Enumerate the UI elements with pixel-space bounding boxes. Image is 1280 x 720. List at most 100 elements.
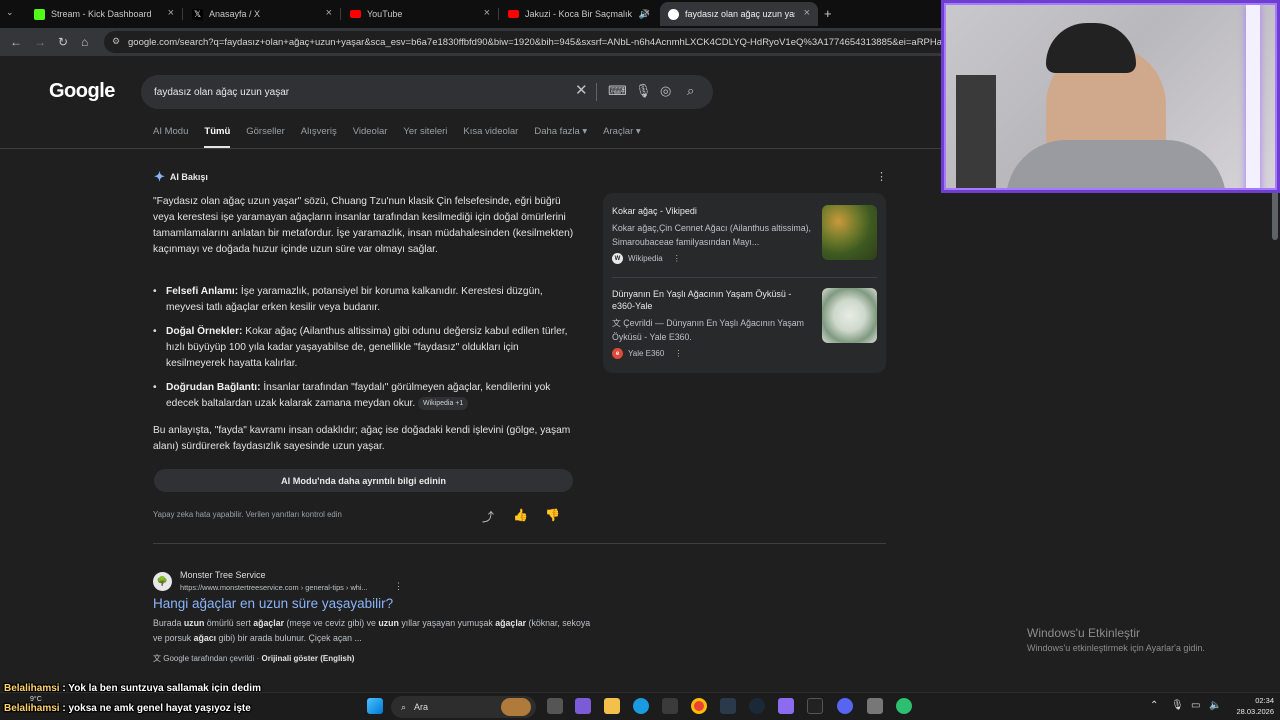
tab-all[interactable]: Tümü (204, 126, 231, 148)
close-icon[interactable]: × (484, 7, 490, 19)
chat-username: Belalihamsi (4, 703, 60, 714)
browser-tab-youtube[interactable]: YouTube × (342, 2, 498, 26)
file-explorer-icon[interactable] (604, 698, 620, 714)
tab-list-icon[interactable]: ⌄ (6, 7, 14, 18)
result-url[interactable]: https://www.monstertreeservice.com › gen… (180, 583, 368, 592)
search-icon[interactable]: ⌕ (687, 83, 694, 99)
edge-icon[interactable] (633, 698, 649, 714)
chat-text: : yoksa ne amk genel hayat yaşıyoz işte (59, 703, 251, 714)
back-icon[interactable]: ← (10, 35, 22, 49)
botanical-thumbnail (822, 288, 877, 343)
browser-tab-jakuzi[interactable]: Jakuzi - Koca Bir Saçmalık ( 🔊 × (500, 2, 658, 26)
tab-more[interactable]: Daha fazla ▾ (534, 126, 587, 148)
home-icon[interactable]: ⌂ (81, 35, 88, 49)
thumbs-up-icon[interactable]: 👍 (513, 508, 528, 522)
section-divider (153, 543, 886, 544)
ai-mode-button[interactable]: AI Modu'nda daha ayrıntılı bilgi edinin (154, 469, 573, 492)
close-icon[interactable]: × (326, 7, 332, 19)
windows-activation-title: Windows'u Etkinleştir (1027, 626, 1140, 640)
snippet-keyword: uzun (183, 618, 205, 628)
source-card[interactable]: Dünyanın En Yaşlı Ağacının Yaşam Öyküsü … (612, 288, 877, 359)
result-title-link[interactable]: Hangi ağaçlar en uzun süre yaşayabilir? (153, 596, 393, 611)
tab-images[interactable]: Görseller (246, 126, 285, 148)
thumbs-down-icon[interactable]: 👎 (545, 508, 560, 522)
more-options-icon[interactable]: ⋮ (674, 349, 682, 358)
tab-shopping[interactable]: Alışveriş (301, 126, 337, 148)
more-options-icon[interactable]: ⋮ (876, 170, 887, 183)
weather-widget[interactable]: 9°C (30, 696, 42, 703)
keyboard-icon[interactable]: ⌨ (608, 83, 627, 99)
tree-thumbnail (822, 205, 877, 260)
close-icon[interactable]: × (804, 7, 810, 19)
ai-overview-title: AI Bakışı (169, 172, 208, 182)
card-title[interactable]: Kokar ağaç - Vikipedi (612, 205, 812, 217)
app-icon[interactable] (778, 698, 794, 714)
tab-places[interactable]: Yer siteleri (403, 126, 447, 148)
card-title[interactable]: Dünyanın En Yaşlı Ağacının Yaşam Öyküsü … (612, 288, 812, 312)
tab-ai-mode[interactable]: AI Modu (153, 126, 188, 148)
tab-short-videos[interactable]: Kısa videolar (463, 126, 518, 148)
taskbar-search[interactable]: ⌕ Ara (391, 696, 536, 718)
more-options-icon[interactable]: ⋮ (394, 581, 403, 592)
monster-tree-favicon: 🌳 (153, 572, 172, 591)
obs-icon[interactable] (807, 698, 823, 714)
clock[interactable]: 02:34 28.03.2026 (1230, 695, 1274, 717)
settings-icon[interactable] (867, 698, 883, 714)
snippet-keyword: ağaçlar (253, 618, 285, 628)
tab-title: Stream - Kick Dashboard (51, 9, 152, 19)
copilot-icon[interactable] (575, 698, 591, 714)
streamer-shirt (1006, 140, 1226, 188)
volume-icon[interactable]: 🔈 (1209, 700, 1221, 711)
wikipedia-icon: W (612, 253, 623, 264)
result-site-name[interactable]: Monster Tree Service (180, 570, 266, 580)
app-icon[interactable] (896, 698, 912, 714)
microphone-icon[interactable]: 🎙 (635, 83, 652, 99)
search-input[interactable]: faydasız olan ağaç uzun yaşar (154, 87, 289, 98)
steam-icon[interactable] (749, 698, 765, 714)
search-box[interactable]: faydasız olan ağaç uzun yaşar ✕ ⌨ 🎙 ◎ ⌕ (141, 75, 713, 109)
snippet-keyword: ağaçlar (495, 618, 527, 628)
task-view-icon[interactable] (547, 698, 563, 714)
led-light (1246, 5, 1260, 188)
browser-tab-kick[interactable]: Stream - Kick Dashboard × (26, 2, 182, 26)
tab-videos[interactable]: Videolar (353, 126, 388, 148)
streamer-cap (1046, 23, 1136, 73)
snippet-text: (meşe ve ceviz gibi) ve (284, 618, 379, 628)
show-original-link[interactable]: Orijinali göster (English) (262, 654, 355, 663)
share-icon[interactable]: ⤴ (482, 508, 494, 525)
tab-title: Anasayfa / X (209, 9, 261, 19)
site-info-icon[interactable]: ⚙ (112, 36, 120, 47)
network-icon[interactable]: ▭ (1191, 700, 1200, 711)
snippet-text: Burada (153, 618, 184, 628)
chrome-icon[interactable] (691, 698, 707, 714)
list-item: Doğal Örnekler: Kokar ağaç (Ailanthus al… (153, 324, 578, 372)
close-icon[interactable]: × (644, 7, 650, 19)
search-tabs: AI Modu Tümü Görseller Alışveriş Videola… (153, 126, 657, 148)
source-chip[interactable]: Wikipedia +1 (418, 396, 469, 410)
app-icon[interactable] (720, 698, 736, 714)
new-tab-button[interactable]: + (824, 6, 832, 21)
snippet-keyword: uzun (378, 618, 399, 628)
browser-tab-x[interactable]: 𝕏 Anasayfa / X × (184, 2, 340, 26)
snippet-text: yıllar yaşayan yumuşak (398, 618, 496, 628)
microphone-icon[interactable]: 🎙 (1171, 700, 1184, 711)
store-icon[interactable] (662, 698, 678, 714)
ai-overview-bullets: Felsefi Anlamı: İşe yaramazlık, potansiy… (153, 284, 578, 420)
start-icon[interactable] (367, 698, 383, 714)
lens-icon[interactable]: ◎ (660, 83, 671, 99)
clear-icon[interactable]: ✕ (575, 81, 588, 99)
reload-icon[interactable]: ↻ (58, 35, 68, 49)
tab-tools[interactable]: Araçlar ▾ (603, 126, 641, 148)
google-logo[interactable]: Google (49, 80, 115, 103)
source-card[interactable]: Kokar ağaç - Vikipedi Kokar ağaç,Çin Cen… (612, 205, 877, 264)
more-options-icon[interactable]: ⋮ (673, 254, 681, 263)
close-icon[interactable]: × (168, 7, 174, 19)
tab-title: YouTube (367, 9, 403, 19)
discord-icon[interactable] (837, 698, 853, 714)
browser-tab-google[interactable]: faydasız olan ağaç uzun yaşar × (660, 2, 818, 26)
search-highlight-icon (501, 698, 531, 716)
yale-icon: e (612, 348, 623, 359)
chevron-up-icon[interactable]: ⌃ (1150, 700, 1158, 711)
forward-icon[interactable]: → (34, 35, 46, 49)
windows-activation-subtitle: Windows'u etkinleştirmek için Ayarlar'a … (1027, 643, 1205, 653)
